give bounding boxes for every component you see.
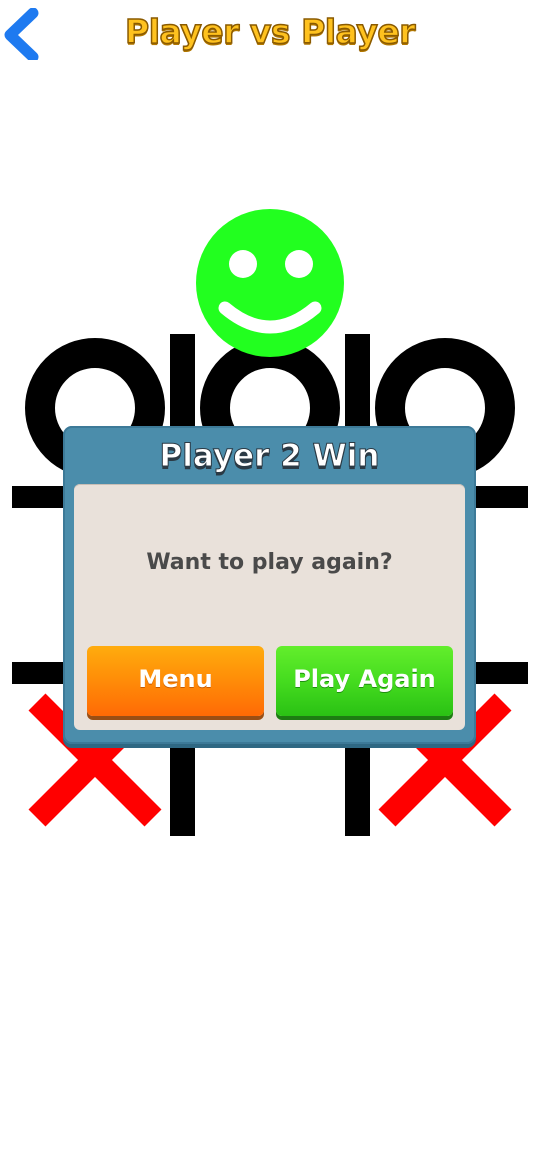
win-dialog: Player 2 Win Want to play again? Menu Pl…	[63, 426, 476, 744]
smiley-face-icon	[195, 208, 345, 358]
dialog-message: Want to play again?	[146, 550, 393, 575]
menu-button[interactable]: Menu	[87, 646, 264, 716]
play-again-button[interactable]: Play Again	[276, 646, 453, 716]
dialog-body: Want to play again? Menu Play Again	[74, 484, 465, 730]
dialog-title: Player 2 Win	[159, 438, 380, 475]
